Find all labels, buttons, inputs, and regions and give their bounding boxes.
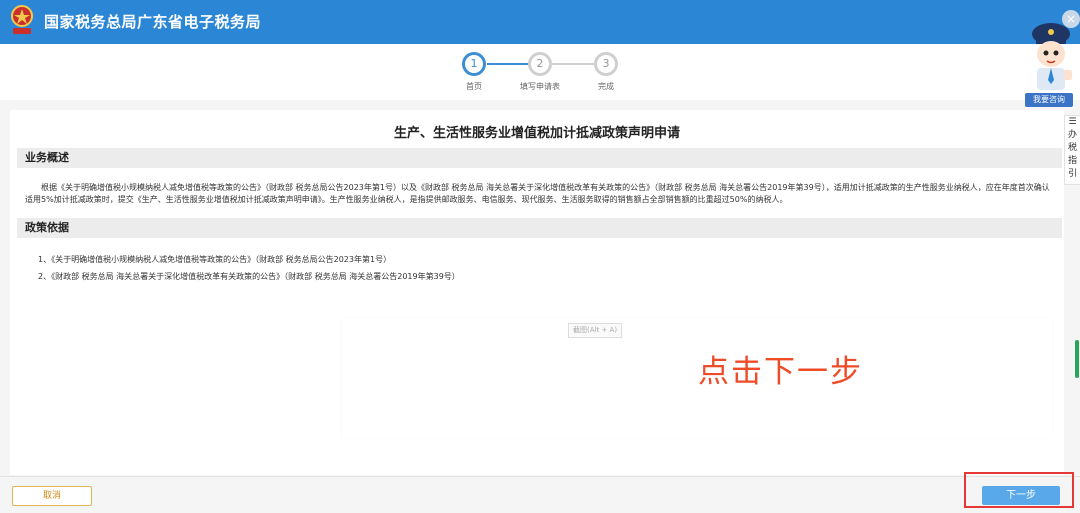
overview-text: 根据《关于明确增值税小规模纳税人减免增值税等政策的公告》（财政部 税务总局公告2… [25, 183, 1050, 204]
app-title: 国家税务总局广东省电子税务局 [44, 13, 262, 31]
cancel-button[interactable]: 取消 [12, 486, 92, 506]
menu-icon: ☰ [1068, 117, 1077, 127]
step-2-circle: 2 [528, 52, 552, 76]
tax-emblem-icon [11, 5, 33, 34]
side-guide-char: 引 [1067, 169, 1077, 179]
assistant-avatar-icon[interactable] [1026, 20, 1076, 92]
step-1-circle: 1 [462, 52, 486, 76]
side-guide-char: 税 [1067, 143, 1077, 153]
screenshot-tooltip: 截图(Alt + A) [568, 323, 623, 338]
overview-heading: 业务概述 [17, 148, 1062, 168]
blank-area [342, 318, 1052, 438]
footer-bar [0, 476, 1080, 513]
highlight-box [964, 472, 1074, 508]
step-3-label: 完成 [598, 82, 614, 91]
instruction-annotation: 点击下一步 [698, 354, 863, 390]
step-connector-2 [552, 63, 596, 65]
step-3-circle: 3 [594, 52, 618, 76]
side-guide-char: 办 [1067, 130, 1077, 140]
page-title: 生产、生活性服务业增值税加计抵减政策声明申请 [393, 126, 680, 141]
step-2-label: 填写申请表 [520, 82, 560, 91]
side-guide-char: 指 [1067, 156, 1077, 166]
side-guide-tab[interactable]: ☰ 办 税 指 引 [1064, 115, 1080, 185]
basis-item: 1、《关于明确增值税小规模纳税人减免增值税等政策的公告》（财政部 税务总局公告2… [38, 255, 392, 264]
consult-button[interactable]: 我要咨询 [1025, 93, 1073, 107]
step-connector-1 [487, 63, 531, 65]
step-indicator: 1 2 3 首页 填写申请表 完成 [0, 44, 1080, 100]
step-1-label: 首页 [466, 82, 482, 91]
scrollbar-thumb[interactable] [1075, 340, 1079, 378]
basis-item: 2、《财政部 税务总局 海关总署关于深化增值税改革有关政策的公告》（财政部 税务… [38, 272, 460, 281]
basis-heading: 政策依据 [17, 218, 1062, 238]
